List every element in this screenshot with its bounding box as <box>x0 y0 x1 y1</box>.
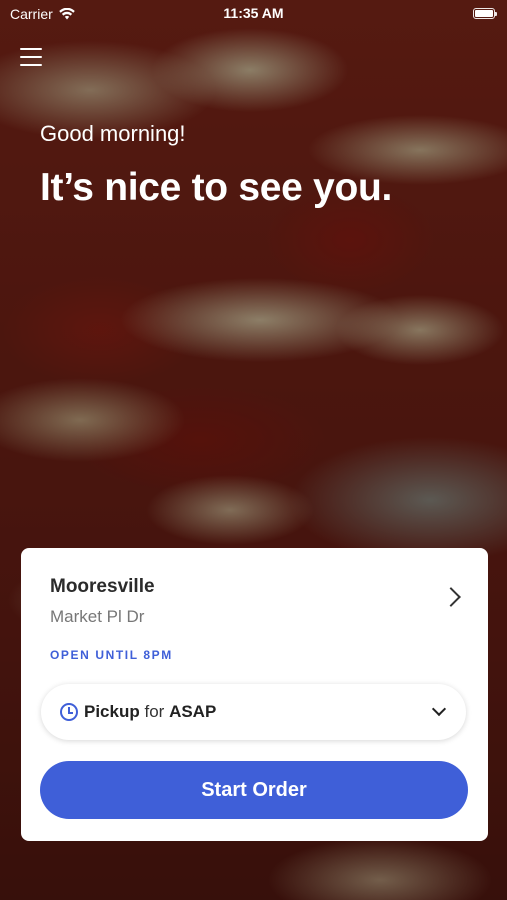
welcome-headline: It’s nice to see you. <box>40 166 393 209</box>
store-hours: OPEN UNTIL 8PM <box>50 648 173 662</box>
order-mode-time: ASAP <box>169 702 217 721</box>
hamburger-menu-icon[interactable] <box>20 48 42 66</box>
order-mode-connector: for <box>144 702 165 721</box>
greeting-text: Good morning! <box>40 121 186 146</box>
clock-icon <box>60 703 78 721</box>
order-mode-dropdown[interactable]: Pickup for ASAP <box>41 684 466 740</box>
chevron-down-icon <box>431 701 447 717</box>
location-name: Mooresville <box>50 576 155 597</box>
battery-fill <box>475 10 493 17</box>
order-mode-text: Pickup for ASAP <box>84 702 216 722</box>
clock-time: 11:35 AM <box>223 5 284 21</box>
battery-icon <box>473 8 497 19</box>
menu-bar <box>20 56 42 58</box>
menu-bar <box>20 48 42 50</box>
order-mode-type: Pickup <box>84 702 140 721</box>
location-selector[interactable]: Mooresville Market Pl Dr <box>21 548 488 638</box>
location-card: Mooresville Market Pl Dr OPEN UNTIL 8PM … <box>21 548 488 841</box>
start-order-button[interactable]: Start Order <box>40 761 468 819</box>
location-street: Market Pl Dr <box>50 607 145 626</box>
chevron-right-icon <box>441 587 461 607</box>
status-bar: Carrier 11:35 AM <box>0 0 507 28</box>
menu-bar <box>20 64 42 66</box>
